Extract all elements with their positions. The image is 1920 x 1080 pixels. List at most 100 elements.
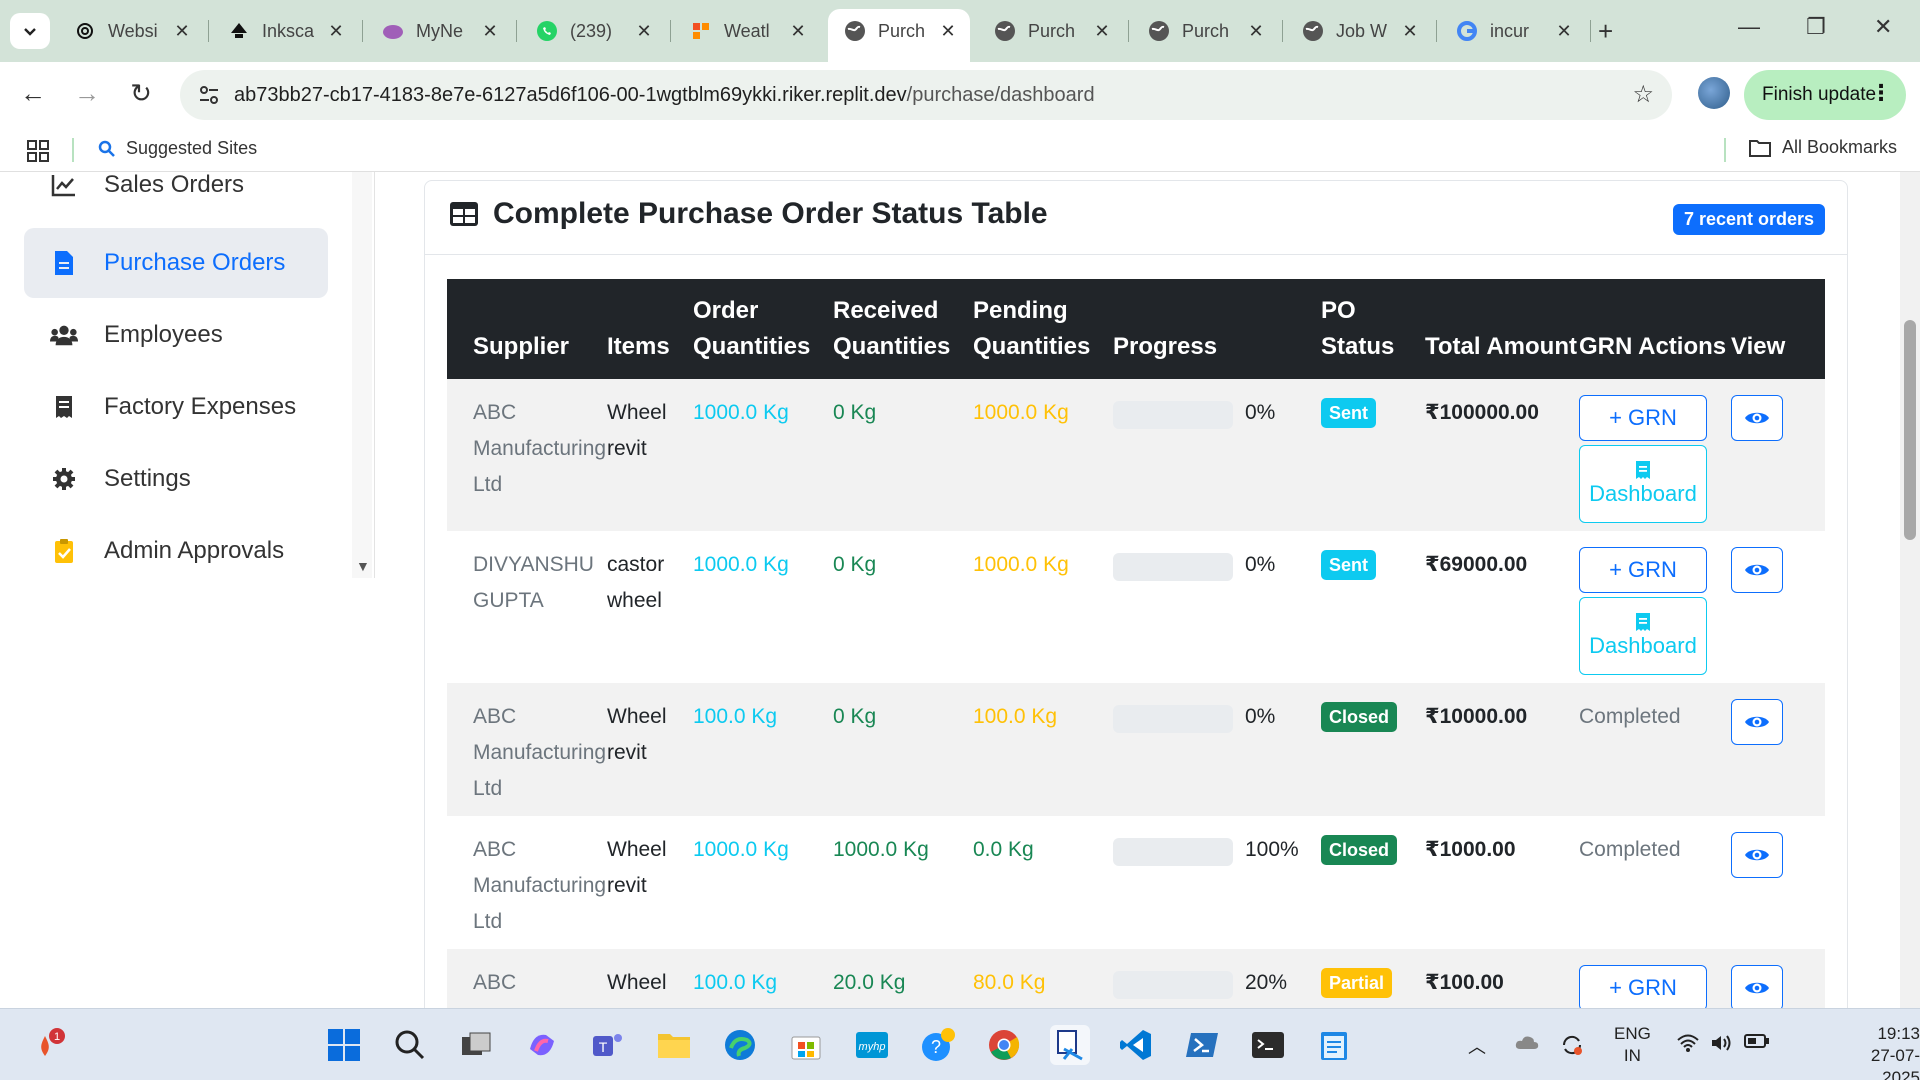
browser-tab[interactable]: incur ✕ (1440, 9, 1586, 53)
add-grn-button[interactable]: + GRN (1579, 965, 1707, 1008)
progress-percent: 20% (1245, 971, 1288, 994)
site-info-icon[interactable] (196, 82, 222, 108)
close-icon[interactable]: ✕ (326, 21, 346, 42)
close-icon[interactable]: ✕ (788, 21, 808, 42)
bookmarks-bar: Suggested Sites All Bookmarks (0, 128, 1920, 172)
reload-icon[interactable]: ↻ (124, 78, 158, 109)
chrome-icon[interactable] (984, 1025, 1024, 1065)
vscode-icon[interactable] (1116, 1025, 1156, 1065)
apps-grid-icon[interactable] (26, 139, 50, 163)
sidebar-item-purchase-orders[interactable]: Purchase Orders (24, 228, 328, 298)
browser-tab[interactable]: Job W ✕ (1286, 9, 1432, 53)
browser-tab[interactable]: MyNe ✕ (366, 9, 512, 53)
close-icon[interactable]: ✕ (1554, 21, 1574, 42)
close-window-icon[interactable]: ✕ (1874, 14, 1892, 40)
address-bar[interactable]: ab73bb27-cb17-4183-8e7e-6127a5d6f106-00-… (180, 70, 1672, 120)
browser-tab[interactable]: Purch ✕ (1132, 9, 1278, 53)
progress-percent: 0% (1245, 705, 1276, 728)
globe-icon (994, 20, 1016, 42)
status-cell: Sent (1321, 531, 1425, 683)
back-arrow-icon[interactable]: ← (16, 78, 50, 109)
new-tab-plus-icon[interactable]: + (1598, 16, 1613, 47)
notepad-icon[interactable] (1314, 1025, 1354, 1065)
volume-icon[interactable] (1710, 1033, 1734, 1058)
close-icon[interactable]: ✕ (172, 21, 192, 42)
add-grn-button[interactable]: + GRN (1579, 395, 1707, 441)
all-bookmarks[interactable]: All Bookmarks (1748, 137, 1897, 158)
search-icon (98, 140, 115, 157)
browser-tab[interactable]: Websi ✕ (58, 9, 204, 53)
browser-tab-active[interactable]: Purch ✕ (828, 9, 970, 62)
sidebar-scrollbar[interactable] (352, 172, 372, 578)
sidebar-item-sales-orders[interactable]: Sales Orders (24, 172, 328, 220)
browser-tab[interactable]: (239) ✕ (520, 9, 666, 53)
received-qty-cell: 1000.0 Kg (833, 838, 929, 861)
battery-icon[interactable] (1744, 1033, 1770, 1054)
sidebar-item-factory-expenses[interactable]: Factory Expenses (24, 372, 328, 442)
microsoft-store-icon[interactable] (786, 1025, 826, 1065)
page-scrollbar[interactable] (1900, 172, 1920, 1008)
close-icon[interactable]: ✕ (938, 21, 958, 42)
close-icon[interactable]: ✕ (1246, 21, 1266, 42)
browser-tab[interactable]: Weatl ✕ (674, 9, 820, 53)
page-scrollbar-thumb[interactable] (1904, 320, 1916, 540)
finish-update-button[interactable]: Finish update ⋮ (1744, 70, 1906, 120)
terminal-icon[interactable] (1248, 1025, 1288, 1065)
order-qty-cell: 1000.0 Kg (693, 553, 789, 576)
tray-overflow-chevron-icon[interactable]: ︿ (1468, 1033, 1486, 1059)
view-order-button[interactable] (1731, 395, 1783, 441)
task-view-icon[interactable] (456, 1025, 496, 1065)
restore-icon[interactable]: ❐ (1806, 14, 1826, 40)
recent-orders-badge: 7 recent orders (1672, 204, 1825, 235)
tab-title: incur (1490, 20, 1530, 41)
myhp-icon[interactable]: myhp (852, 1025, 892, 1065)
weather-widget-icon[interactable]: 1 (28, 1025, 68, 1065)
close-icon[interactable]: ✕ (480, 21, 500, 42)
sidebar-item-admin-approvals[interactable]: Admin Approvals (24, 516, 328, 586)
add-grn-button[interactable]: + GRN (1579, 547, 1707, 593)
progress-percent: 100% (1245, 838, 1299, 861)
grn-dashboard-button[interactable]: Dashboard (1579, 597, 1707, 675)
close-icon[interactable]: ✕ (1092, 21, 1112, 42)
openai-icon (74, 20, 96, 42)
sidebar-item-employees[interactable]: Employees (24, 300, 328, 370)
eye-icon (1745, 849, 1769, 861)
items-cell: Wheel revit (607, 838, 667, 897)
view-order-button[interactable] (1731, 699, 1783, 745)
edge-icon[interactable] (720, 1025, 760, 1065)
view-cell (1731, 683, 1825, 816)
scroll-down-arrow-icon[interactable]: ▼ (356, 558, 370, 574)
sidebar-item-settings[interactable]: Settings (24, 444, 328, 514)
browser-tab[interactable]: Inksca ✕ (212, 9, 358, 53)
help-icon[interactable]: ? (918, 1025, 958, 1065)
profile-avatar[interactable] (1698, 77, 1730, 109)
sync-icon[interactable] (1560, 1033, 1584, 1062)
view-order-button[interactable] (1731, 832, 1783, 878)
supplier-cell: ABC Manufacturing Ltd (447, 379, 607, 531)
language-indicator[interactable]: ENG IN (1614, 1023, 1651, 1067)
copilot-icon[interactable] (522, 1025, 562, 1065)
powershell-icon[interactable] (1182, 1025, 1222, 1065)
onedrive-icon[interactable] (1514, 1033, 1540, 1056)
snipping-tool-icon[interactable] (1050, 1025, 1090, 1065)
close-icon[interactable]: ✕ (634, 21, 654, 42)
bookmark-star-icon[interactable]: ☆ (1632, 80, 1654, 109)
table-row: ABC Manufacturing Ltd Wheel revit 100.0 … (447, 683, 1825, 816)
teams-icon[interactable]: T (588, 1025, 628, 1065)
tab-search-button[interactable] (10, 13, 50, 49)
bookmark-suggested-sites[interactable]: Suggested Sites (98, 138, 257, 159)
view-order-button[interactable] (1731, 965, 1783, 1008)
forward-arrow-icon[interactable]: → (70, 78, 104, 109)
file-explorer-icon[interactable] (654, 1025, 694, 1065)
minimize-icon[interactable]: — (1738, 14, 1760, 40)
browser-tab[interactable]: Purch ✕ (978, 9, 1124, 53)
close-icon[interactable]: ✕ (1400, 21, 1420, 42)
view-order-button[interactable] (1731, 547, 1783, 593)
grn-dashboard-button[interactable]: Dashboard (1579, 445, 1707, 523)
clock[interactable]: 19:13 27-07-2025 (1846, 1023, 1920, 1080)
windows-start-icon[interactable] (324, 1025, 364, 1065)
card-title: Complete Purchase Order Status Table (449, 197, 1048, 231)
wifi-icon[interactable] (1676, 1033, 1700, 1058)
whatsapp-icon (536, 20, 558, 42)
search-icon[interactable] (390, 1025, 430, 1065)
